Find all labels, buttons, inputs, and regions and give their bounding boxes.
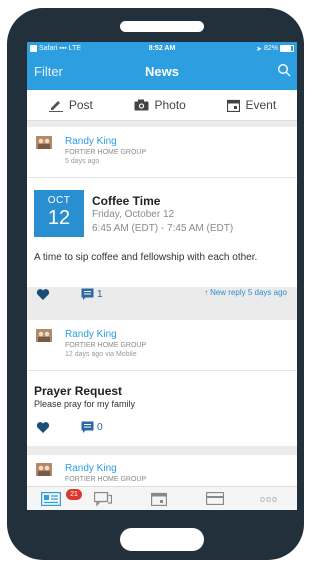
arrow-up-icon: ↑ [204,288,209,297]
author-name[interactable]: Randy King [65,463,117,474]
card-icon [205,491,225,506]
newsfeed-icon [40,491,62,507]
event-day: 12 [47,207,71,229]
battery-icon [280,45,294,52]
author-name[interactable]: Randy King [65,329,117,340]
comment-icon [81,421,94,433]
post-description: A time to sip coffee and fellowship with… [34,252,258,263]
event-button[interactable]: Event [227,98,276,112]
event-date-badge: OCT 12 [34,190,84,237]
event-time: 6:45 AM (EDT) - 7:45 AM (EDT) [92,223,234,234]
page-title: News [145,64,179,79]
nav-bar: Filter News [27,55,297,90]
calendar-icon [150,492,168,507]
post-time: 12 days ago via Mobile [65,351,137,358]
feed-card-post[interactable]: Randy King FORTIER HOME GROUP 12 days ag… [27,320,297,446]
camera-icon [134,99,149,111]
calendar-icon [227,99,241,112]
post-time: 5 days ago [65,158,100,165]
notification-badge: 21 [66,489,82,500]
tab-more[interactable]: ooo [260,494,278,504]
author-group: FORTIER HOME GROUP [65,476,147,483]
tab-news[interactable]: 21 [40,489,82,510]
photo-label: Photo [154,98,186,112]
author-avatar[interactable] [36,463,52,476]
reply-text: New reply 5 days ago [210,288,287,297]
divider [27,370,297,371]
post-body: Please pray for my family [34,399,136,409]
comment-count: 1 [97,288,103,300]
author-group: FORTIER HOME GROUP [65,342,147,349]
tab-calendar[interactable] [150,492,168,510]
heart-icon[interactable] [36,421,50,434]
author-group: FORTIER HOME GROUP [65,149,147,156]
post-title[interactable]: Prayer Request [34,384,122,398]
author-avatar[interactable] [36,136,52,149]
search-icon[interactable] [277,63,291,77]
feed-card-event[interactable]: Randy King FORTIER HOME GROUP 5 days ago… [27,127,297,300]
event-label: Event [245,98,277,112]
composer-bar: Post Photo Event [27,90,297,121]
tab-giving[interactable] [205,491,225,510]
app-screen: Safari ▪▪▪ LTE 8:52 AM ➤ 82% Filter News… [27,42,297,510]
photo-button[interactable]: Photo [134,98,186,112]
chat-icon [93,491,113,507]
author-name[interactable]: Randy King [65,136,117,147]
location-icon: ➤ [256,45,262,53]
new-reply-link[interactable]: ↑ New reply 5 days ago [204,288,287,297]
tab-messages[interactable] [93,491,113,510]
event-date: Friday, October 12 [92,209,175,220]
phone-speaker [120,21,204,32]
pencil-icon [48,101,63,112]
comment-icon [81,288,94,300]
event-month: OCT [47,195,71,206]
home-button[interactable] [120,528,204,551]
heart-icon[interactable] [36,288,50,301]
status-bar: Safari ▪▪▪ LTE 8:52 AM ➤ 82% [27,42,297,55]
post-button[interactable]: Post [48,98,93,112]
comments-button[interactable]: 1 [81,288,103,300]
tab-bar: 21 ooo [27,486,297,510]
comments-button[interactable]: 0 [81,421,103,433]
post-actions: 1 ↑ New reply 5 days ago [27,288,297,304]
comment-count: 0 [97,421,103,433]
author-avatar[interactable] [36,329,52,342]
post-label: Post [68,98,93,112]
post-actions: 0 [27,421,297,437]
divider [27,177,297,178]
event-title[interactable]: Coffee Time [92,194,160,208]
battery-label: 82% [263,45,278,52]
